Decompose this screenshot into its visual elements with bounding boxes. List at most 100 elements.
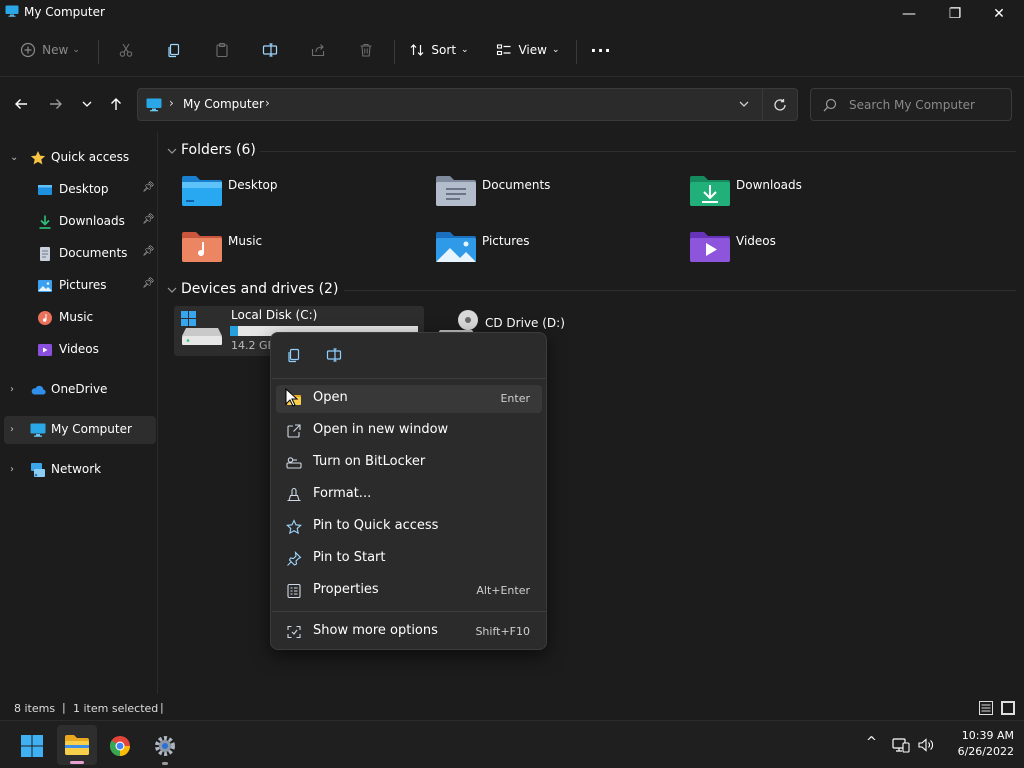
sidebar-item-onedrive[interactable]: › OneDrive (4, 376, 156, 404)
tray-overflow-button[interactable]: ^ (866, 735, 877, 750)
more-options-button[interactable]: ··· (586, 36, 616, 64)
arrow-up-icon (111, 98, 121, 110)
share-button[interactable] (304, 36, 332, 64)
chevron-down-icon[interactable]: ⌄ (10, 152, 20, 164)
sidebar-item-videos[interactable]: Videos (4, 336, 156, 364)
menu-item-pin-quick-access[interactable]: Pin to Quick access (276, 513, 542, 541)
close-button[interactable]: ✕ (976, 0, 1022, 28)
copy-button[interactable] (160, 36, 188, 64)
delete-button[interactable] (352, 36, 380, 64)
sort-button[interactable]: Sort ⌄ (404, 36, 474, 64)
videos-folder-icon (690, 232, 730, 262)
folders-section-header[interactable]: Folders (6) (166, 140, 1016, 162)
windows-start-icon (21, 735, 43, 757)
arrow-right-icon (50, 99, 62, 109)
forward-button[interactable] (46, 94, 66, 114)
network-tray-icon (892, 738, 910, 753)
documents-folder-icon (436, 176, 476, 206)
sidebar-item-pictures[interactable]: Pictures 📌︎ (4, 272, 156, 300)
menu-item-format[interactable]: Format... (276, 481, 542, 509)
sidebar-item-documents[interactable]: Documents 📌︎ (4, 240, 156, 268)
clock[interactable]: 10:39 AM 6/26/2022 (944, 727, 1014, 763)
chevron-down-icon (82, 101, 92, 107)
taskbar: ^ 10:39 AM 6/26/2022 (0, 720, 1024, 768)
menu-item-show-more-options[interactable]: Show more options Shift+F10 (276, 618, 542, 646)
search-input[interactable] (847, 95, 1007, 115)
address-history-button[interactable] (738, 98, 752, 112)
computer-icon (30, 423, 46, 437)
back-button[interactable] (11, 94, 31, 114)
recent-locations-button[interactable] (77, 94, 97, 114)
drives-section-header[interactable]: Devices and drives (2) (166, 279, 1016, 301)
computer-app-icon (5, 5, 19, 17)
chevron-right-icon[interactable]: › (10, 424, 20, 436)
context-rename-button[interactable] (323, 343, 345, 367)
details-view-button[interactable] (978, 700, 994, 716)
item-count: 8 items (14, 702, 56, 715)
minimize-button[interactable]: — (886, 0, 932, 28)
menu-item-open[interactable]: Open Enter (276, 385, 542, 413)
sidebar-item-label: My Computer (51, 422, 132, 436)
pictures-folder-icon (436, 232, 476, 262)
pin-icon[interactable]: 📌︎ (142, 182, 155, 196)
sidebar-item-quick-access[interactable]: ⌄ Quick access (4, 144, 156, 172)
section-divider (344, 290, 1016, 291)
pin-icon[interactable]: 📌︎ (142, 246, 155, 260)
breadcrumb-my-computer[interactable]: My Computer (183, 97, 264, 111)
folder-music[interactable]: Music (178, 228, 418, 278)
music-folder-icon (182, 232, 222, 262)
menu-separator (272, 378, 546, 379)
refresh-button[interactable] (762, 89, 796, 120)
sidebar-item-label: Videos (59, 342, 99, 356)
delete-icon (360, 43, 372, 57)
restore-icon: ❐ (948, 6, 962, 22)
chevron-right-icon[interactable]: › (10, 464, 20, 476)
chevron-down-icon (167, 287, 177, 293)
chevron-right-icon[interactable]: › (10, 384, 20, 396)
menu-item-open-new-window[interactable]: Open in new window (276, 417, 542, 445)
folder-pictures[interactable]: Pictures (432, 228, 672, 278)
computer-icon (146, 98, 162, 112)
paste-button[interactable] (208, 36, 236, 64)
tiles-view-button[interactable] (1000, 700, 1016, 716)
folder-downloads[interactable]: Downloads (686, 172, 926, 222)
start-button[interactable] (14, 729, 50, 763)
up-button[interactable] (106, 94, 126, 114)
view-label: View (518, 43, 547, 57)
search-box[interactable] (810, 88, 1012, 121)
address-bar[interactable]: › My Computer › (137, 88, 798, 121)
folder-desktop[interactable]: Desktop (178, 172, 418, 222)
sidebar-item-desktop[interactable]: Desktop 📌︎ (4, 176, 156, 204)
pin-icon[interactable]: 📌︎ (142, 278, 155, 292)
videos-icon (38, 344, 52, 356)
taskbar-settings[interactable] (148, 729, 182, 765)
menu-item-properties[interactable]: Properties Alt+Enter (276, 577, 542, 605)
pin-icon[interactable]: 📌︎ (142, 214, 155, 228)
volume-button[interactable] (917, 737, 935, 753)
taskbar-chrome[interactable] (103, 729, 137, 763)
status-bar: 8 items | 1 item selected | (0, 696, 1024, 720)
folder-documents[interactable]: Documents (432, 172, 672, 222)
running-app-indicator (162, 762, 168, 765)
network-status-icon[interactable] (892, 737, 910, 753)
chevron-down-icon: ⌄ (461, 45, 469, 55)
folder-videos[interactable]: Videos (686, 228, 926, 278)
sidebar-item-my-computer[interactable]: › My Computer (4, 416, 156, 444)
sidebar-item-label: Documents (59, 246, 128, 260)
cut-button[interactable] (112, 36, 140, 64)
maximize-button[interactable]: ❐ (932, 0, 978, 28)
context-copy-button[interactable] (283, 343, 305, 367)
sidebar-item-downloads[interactable]: Downloads 📌︎ (4, 208, 156, 236)
sidebar-item-network[interactable]: › Network (4, 456, 156, 484)
drive-label: CD Drive (D:) (485, 316, 565, 330)
sidebar-item-music[interactable]: Music (4, 304, 156, 332)
menu-item-pin-start[interactable]: Pin to Start (276, 545, 542, 573)
view-button[interactable]: View ⌄ (490, 36, 566, 64)
drives-section-title: Devices and drives (2) (181, 281, 339, 297)
new-button[interactable]: New ⌄ (14, 36, 86, 64)
taskbar-file-explorer[interactable] (57, 725, 97, 765)
menu-item-bitlocker[interactable]: Turn on BitLocker (276, 449, 542, 477)
refresh-icon (773, 98, 786, 111)
rename-button[interactable] (256, 36, 284, 64)
onedrive-icon (31, 385, 46, 395)
